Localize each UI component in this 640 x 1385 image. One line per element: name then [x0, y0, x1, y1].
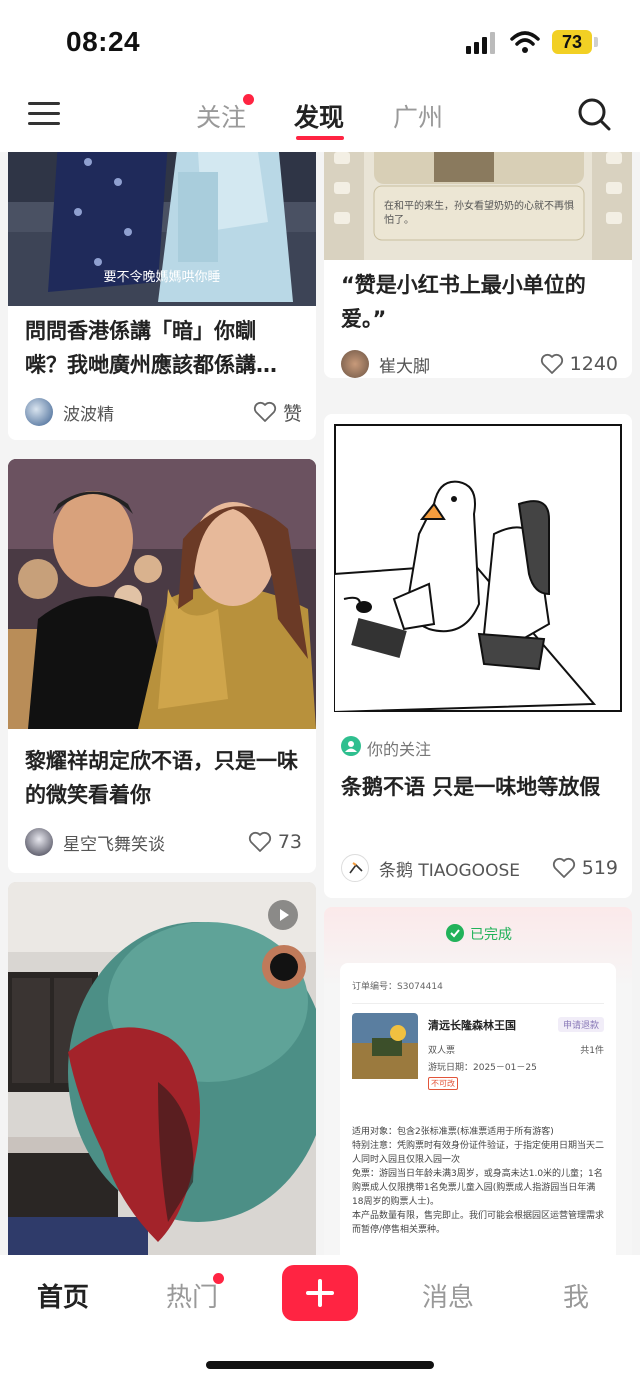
create-post-button[interactable]: [282, 1265, 358, 1321]
ticket-type: 双人票: [428, 1046, 456, 1056]
video-subtitle: 要不令晚媽媽哄你睡: [103, 270, 221, 285]
note-title: 問問香港係講「暗」你瞓 喍？我哋廣州應該都係講…: [25, 319, 277, 377]
wifi-icon: [510, 31, 540, 53]
like-button[interactable]: 519: [552, 854, 618, 882]
heart-icon: [253, 401, 277, 422]
heart-icon: [552, 857, 575, 878]
parrot-video-cover: [8, 882, 316, 1255]
like-count: 1240: [569, 353, 618, 375]
signal-icon: [466, 32, 496, 54]
note-card[interactable]: 你的关注 条鹅不语 只是一味地等放假 条鹅 TIAOGOOSE 519: [324, 414, 632, 898]
order-number: 订单编号：S3074414: [352, 982, 443, 992]
follow-person-icon: [341, 736, 361, 756]
ticket-notes: 适用对象：包含2张标准票(标准票适用于所有游客) 特别注意：凭购票时有效身份证件…: [352, 1125, 606, 1237]
divider: [352, 1003, 604, 1004]
note-card[interactable]: 在和平的来生，孙女看望奶奶的心就不再惧怕了。 “赞是小红书上最小单位的爱。” 崔…: [324, 152, 632, 378]
video-play-icon: [268, 900, 298, 930]
avatar[interactable]: [341, 854, 369, 882]
menu-icon[interactable]: [28, 100, 62, 128]
visit-date: 游玩日期：2025－01－25: [428, 1063, 537, 1073]
heart-icon: [248, 831, 271, 852]
follow-tag: 你的关注: [367, 740, 432, 759]
author-row: 条鹅 TIAOGOOSE 519: [341, 854, 618, 884]
heart-icon: [540, 353, 563, 374]
tab-follow[interactable]: 关注: [196, 98, 246, 134]
check-circle-icon: [446, 924, 464, 942]
like-button[interactable]: 赞: [253, 398, 302, 426]
home-indicator: [206, 1361, 434, 1369]
author-name[interactable]: 崔大脚: [379, 352, 430, 377]
order-status: 已完成: [470, 927, 512, 943]
author-row: 星空飞舞笑谈 73: [25, 828, 302, 858]
like-button[interactable]: 1240: [540, 350, 618, 378]
battery-icon: [594, 37, 598, 47]
search-icon[interactable]: [576, 96, 612, 132]
nav-home[interactable]: 首页: [37, 1277, 89, 1314]
note-card[interactable]: 要不令晚媽媽哄你睡 問問香港係講「暗」你瞓 喍？我哋廣州應該都係講… 波波精 赞: [8, 152, 316, 440]
ticket-quantity: 共1件: [580, 1046, 604, 1056]
product-thumbnail: [352, 1013, 418, 1079]
battery-level: 73: [552, 30, 592, 54]
goose-illustration: [334, 424, 622, 712]
order-detail-panel: 订单编号：S3074414 清远长隆森林王国 申请退款 双人票 共1件 游玩日期…: [340, 963, 616, 1255]
product-name: 清远长隆森林王国: [428, 1019, 516, 1032]
author-name[interactable]: 波波精: [63, 400, 114, 425]
author-row: 波波精 赞: [25, 398, 302, 428]
refund-button[interactable]: 申请退款: [557, 1017, 604, 1032]
author-row: 崔大脚 1240: [341, 350, 618, 378]
active-tab-indicator: [296, 136, 344, 140]
note-line: 适用对象：包含2张标准票(标准票适用于所有游客): [352, 1127, 554, 1137]
like-count: 519: [581, 857, 618, 879]
note-card[interactable]: [8, 882, 316, 1255]
discover-feed: 要不令晚媽媽哄你睡 問問香港係講「暗」你瞓 喍？我哋廣州應該都係講… 波波精 赞: [0, 152, 640, 1255]
like-count: 73: [277, 831, 302, 853]
note-line: 免票：游园当日年龄未满3周岁，或身高未达1.0米的儿童；1名购票成人仅限携带1名…: [352, 1169, 603, 1207]
avatar[interactable]: [25, 398, 53, 426]
tab-local-guangzhou[interactable]: 广州: [393, 98, 443, 134]
note-line: 特别注意：凭购票时有效身份证件验证，于指定使用日期当天二人同时入园且仅限入园一次: [352, 1141, 605, 1165]
note-line: 本产品数量有限，售完即止。我们可能会根据园区运营管理需求而暂停/停售相关票种。: [352, 1211, 605, 1235]
status-bar: 08:24 73: [0, 0, 640, 80]
note-title: 条鹅不语 只是一味地等放假: [341, 775, 601, 799]
note-cover-image: [8, 459, 316, 729]
comic-caption: 在和平的来生，孙女看望奶奶的心就不再惧怕了。: [384, 201, 574, 226]
top-header: 关注 发现 广州: [0, 80, 640, 152]
like-count: 赞: [282, 402, 302, 425]
follow-notification-dot: [243, 94, 254, 105]
note-card[interactable]: 黎耀祥胡定欣不语，只是一味的微笑看着你 星空飞舞笑谈 73: [8, 459, 316, 873]
author-name[interactable]: 条鹅 TIAOGOOSE: [379, 856, 520, 881]
nav-trending[interactable]: 热门: [166, 1277, 218, 1314]
no-change-tag: 不可改: [428, 1077, 458, 1090]
note-card[interactable]: 已完成 订单编号：S3074414 清远长隆森林王国 申请退款 双人票 共1件 …: [324, 907, 632, 1255]
note-title: 黎耀祥胡定欣不语，只是一味的微笑看着你: [25, 749, 298, 807]
tab-discover[interactable]: 发现: [294, 98, 344, 134]
bottom-nav: 首页 热门 消息 我: [0, 1255, 640, 1385]
status-time: 08:24: [66, 26, 141, 57]
note-title: “赞是小红书上最小单位的爱。”: [341, 273, 586, 331]
nav-messages[interactable]: 消息: [422, 1277, 474, 1314]
like-button[interactable]: 73: [248, 828, 302, 856]
trending-notification-dot: [213, 1273, 224, 1284]
author-name[interactable]: 星空飞舞笑谈: [63, 830, 165, 855]
avatar[interactable]: [25, 828, 53, 856]
avatar[interactable]: [341, 350, 369, 378]
nav-profile[interactable]: 我: [563, 1277, 589, 1314]
